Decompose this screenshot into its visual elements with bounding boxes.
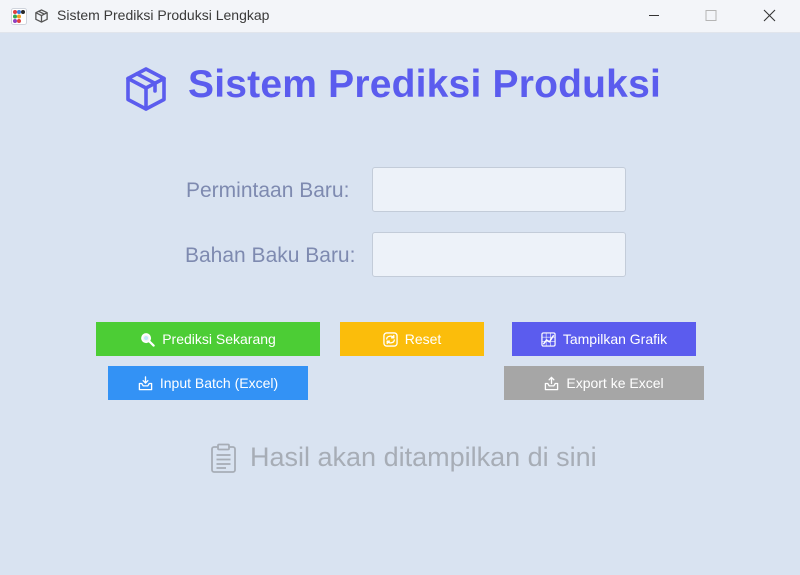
box-icon: [126, 67, 166, 111]
bahan-baku-input[interactable]: [372, 232, 626, 277]
input-batch-label: Input Batch (Excel): [159, 375, 279, 391]
reset-label: Reset: [404, 331, 442, 347]
export-excel-label: Export ke Excel: [566, 375, 664, 391]
export-excel-button[interactable]: Export ke Excel: [504, 366, 704, 400]
window-title: Sistem Prediksi Produksi Lengkap: [57, 7, 270, 23]
magnifier-icon: [141, 332, 155, 347]
tampilkan-grafik-label: Tampilkan Grafik: [562, 331, 668, 347]
clipboard-icon: [211, 443, 236, 473]
prediksi-label: Prediksi Sekarang: [162, 331, 276, 347]
inbox-tray-icon: [138, 375, 153, 390]
chart-icon: [541, 331, 556, 347]
title-bar: Sistem Prediksi Produksi Lengkap: [0, 0, 800, 33]
prediksi-button[interactable]: Prediksi Sekarang: [96, 322, 320, 356]
permintaan-label: Permintaan Baru:: [186, 179, 350, 202]
close-icon[interactable]: [746, 0, 792, 33]
tampilkan-grafik-button[interactable]: Tampilkan Grafik: [512, 322, 696, 356]
app-heading: Sistem Prediksi Produksi: [188, 63, 661, 106]
outbox-tray-icon: [545, 376, 559, 390]
refresh-icon: [382, 331, 398, 347]
app-content: [0, 33, 800, 575]
cube-icon: [35, 9, 48, 23]
reset-button[interactable]: Reset: [340, 322, 484, 356]
result-placeholder: Hasil akan ditampilkan di sini: [250, 442, 597, 472]
minimize-icon[interactable]: [631, 0, 677, 33]
app-logo-icon: [11, 8, 27, 25]
input-batch-button[interactable]: Input Batch (Excel): [108, 366, 308, 400]
maximize-icon[interactable]: [688, 0, 734, 33]
permintaan-input[interactable]: [372, 167, 626, 212]
bahan-baku-label: Bahan Baku Baru:: [185, 244, 356, 267]
